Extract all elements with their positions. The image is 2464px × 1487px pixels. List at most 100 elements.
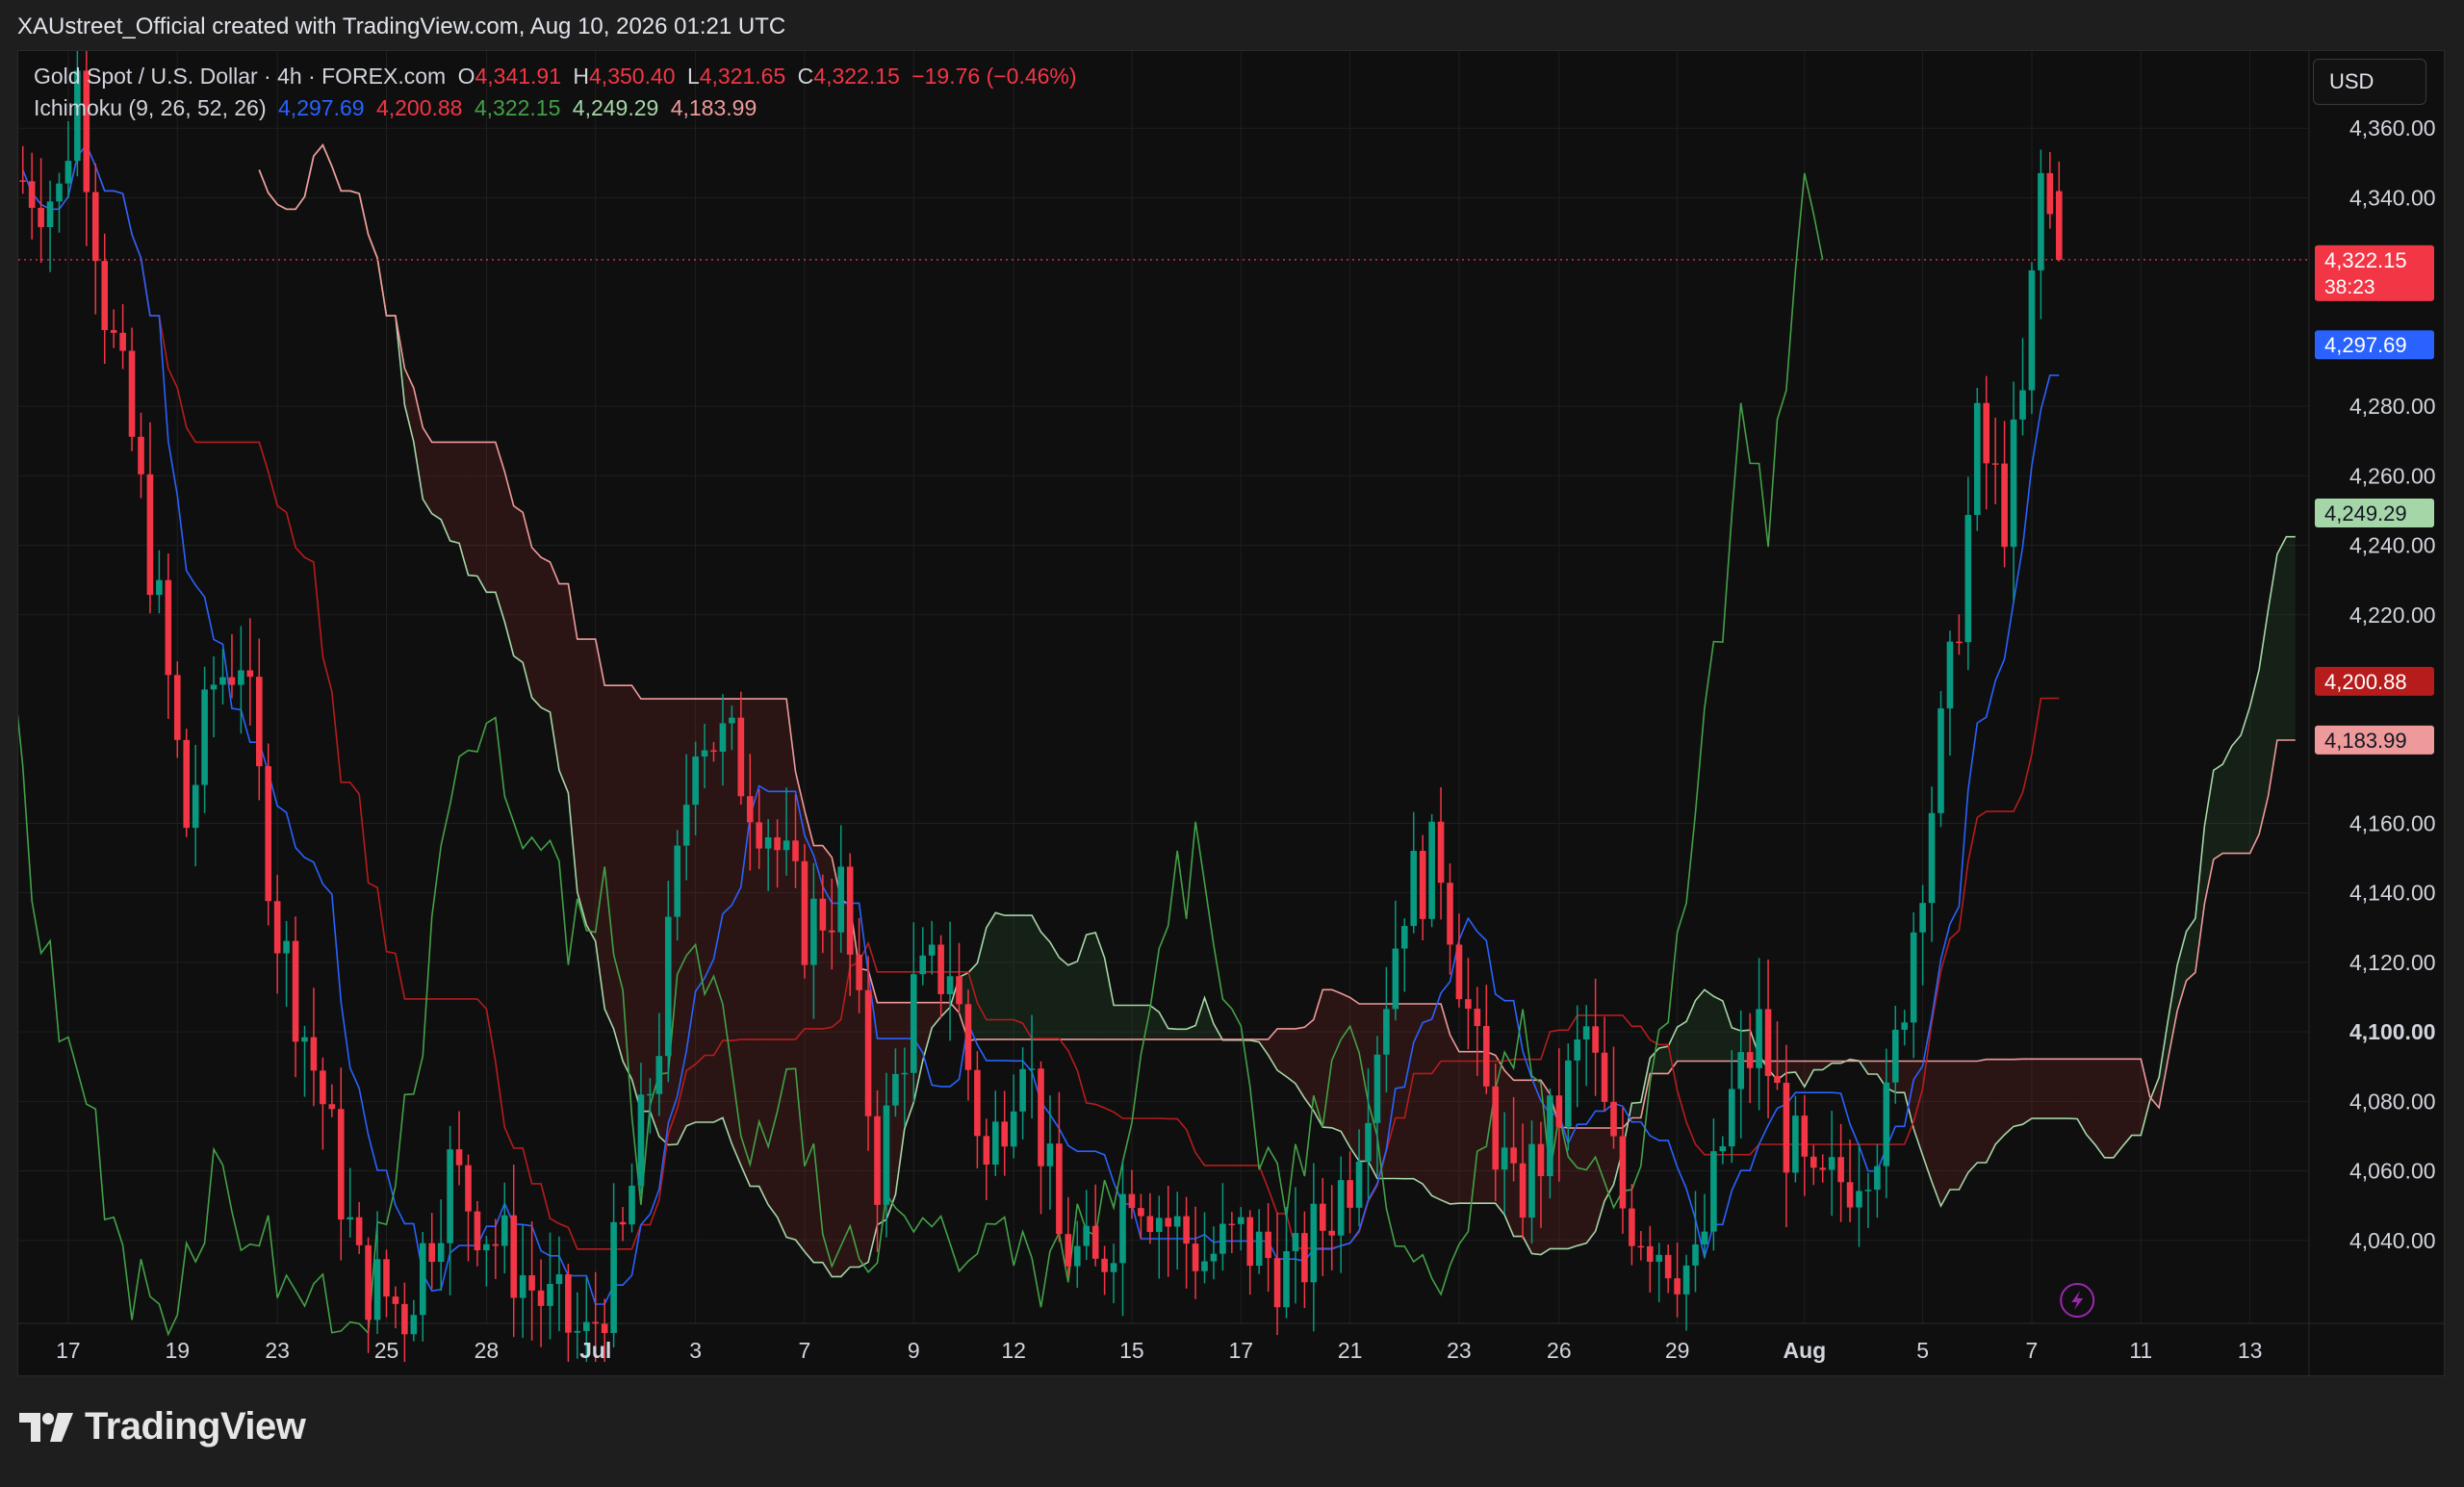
candle-body	[265, 766, 272, 902]
candle-body	[510, 1215, 518, 1298]
candle-body	[474, 1211, 481, 1251]
ichimoku-cloud-segment	[1114, 1005, 1123, 1039]
candle-body	[892, 1073, 899, 1106]
candle-body	[173, 675, 181, 740]
candle-body	[1273, 1258, 1281, 1308]
candle-body	[774, 836, 781, 851]
candle-body	[1492, 1086, 1500, 1170]
ichimoku-cloud-segment	[2004, 1059, 2015, 1135]
candle-body	[1482, 1026, 1490, 1087]
price-change: −19.76 (−0.46%)	[911, 64, 1077, 89]
ichimoku-cloud-segment	[2014, 1059, 2023, 1127]
candle-body	[1537, 1143, 1545, 1177]
candle-body	[1365, 1122, 1372, 1162]
candle-body	[1383, 1009, 1390, 1055]
ichimoku-cloud-segment	[2286, 536, 2296, 741]
x-tick-label: 11	[2129, 1338, 2152, 1363]
candle-body	[864, 989, 872, 1116]
candle-body	[219, 677, 226, 685]
candle-body	[1138, 1208, 1144, 1217]
y-tick-label: 4,060.00	[2349, 1159, 2436, 1184]
candle-body	[1674, 1278, 1681, 1295]
candle-body	[729, 717, 735, 724]
candle-body	[156, 579, 163, 596]
candle-body	[1228, 1223, 1236, 1226]
candle-body	[1510, 1147, 1517, 1164]
candle-body	[565, 1274, 572, 1333]
candle-body	[637, 1094, 645, 1187]
ichimoku-cloud-segment	[1604, 1127, 1614, 1201]
y-tick-label: 4,160.00	[2349, 810, 2436, 835]
x-tick-label: 19	[165, 1338, 190, 1363]
tradingview-logo[interactable]: TradingView	[19, 1405, 306, 1449]
candle-body	[1646, 1245, 1654, 1262]
currency-button[interactable]: USD	[2313, 59, 2426, 105]
ichimoku-cloud-segment	[750, 699, 759, 1187]
candle-body	[846, 866, 854, 955]
leading-span-a-value: 4,249.29	[572, 95, 659, 120]
ichimoku-cloud-segment	[932, 1002, 941, 1028]
price-chart[interactable]: 4,360.00 4,340.00 4,280.00 4,260.00 4,240.00…	[18, 51, 2444, 1375]
x-tick-label: 3	[689, 1338, 702, 1363]
x-tick-label: 7	[2026, 1338, 2039, 1363]
price-badge-label: 4,183.99	[2324, 729, 2407, 753]
candle-body	[1883, 1082, 1890, 1167]
candle-body	[273, 901, 281, 954]
ichimoku-cloud-segment	[1785, 1061, 1796, 1073]
attribution-text: XAUstreet_Official created with TradingV…	[17, 13, 786, 39]
ichimoku-cloud-segment	[758, 699, 769, 1205]
candle-body	[2028, 269, 2036, 391]
ichimoku-cloud-segment	[1431, 1003, 1442, 1200]
candle-body	[46, 201, 54, 227]
ichimoku-cloud-segment	[1341, 993, 1350, 1147]
candle-body	[365, 1244, 372, 1320]
ichimoku-cloud-segment	[1677, 1021, 1687, 1062]
candle-body	[1564, 1060, 1572, 1127]
candle-body	[1774, 1075, 1781, 1084]
candle-body	[1956, 641, 1963, 644]
candle-body	[1010, 1111, 1017, 1147]
candle-body	[428, 1243, 436, 1263]
candle-body	[1283, 1251, 1290, 1308]
candle-body	[1601, 1052, 1608, 1102]
ichimoku-cloud-segment	[2131, 1059, 2142, 1136]
ichimoku-cloud-segment	[705, 699, 714, 1122]
x-tick-label: Aug	[1783, 1338, 1826, 1363]
candle-body	[1528, 1143, 1535, 1218]
candle-body	[764, 836, 772, 849]
candle-body	[138, 436, 144, 474]
ichimoku-cloud-segment	[1295, 1027, 1305, 1099]
lagging-span-value: 4,322.15	[474, 95, 561, 120]
candle-body	[1337, 1180, 1345, 1236]
ichimoku-cloud-segment	[468, 442, 477, 577]
candle-body	[647, 1093, 654, 1096]
ichimoku-cloud-segment	[2077, 1059, 2087, 1135]
candle-body	[1110, 1263, 1117, 1272]
candle-body	[1664, 1254, 1672, 1279]
candle-body	[246, 670, 254, 678]
candle-body	[883, 1105, 890, 1205]
ichimoku-cloud-segment	[2086, 1059, 2096, 1145]
indicator-legend[interactable]: Ichimoku (9, 26, 52, 26) 4,297.69 4,200.…	[34, 95, 762, 121]
price-badge-countdown: 38:23	[2324, 276, 2375, 298]
candle-body	[1828, 1157, 1835, 1170]
candle-body	[629, 1186, 635, 1225]
ichimoku-cloud-segment	[531, 547, 542, 708]
candle-body	[1792, 1115, 1799, 1173]
ichimoku-cloud-segment	[1331, 989, 1342, 1132]
x-tick-label: 17	[56, 1338, 81, 1363]
ichimoku-cloud-segment	[613, 685, 624, 1062]
chart-panel[interactable]: 4,360.00 4,340.00 4,280.00 4,260.00 4,240.00…	[17, 50, 2445, 1376]
candle-body	[1146, 1216, 1154, 1233]
ichimoku-cloud-segment	[1658, 1046, 1669, 1074]
ichimoku-cloud-segment	[1022, 915, 1033, 1039]
candle-body	[682, 805, 690, 846]
ichimoku-cloud-segment	[1349, 997, 1360, 1162]
ichimoku-cloud-segment	[1423, 1003, 1432, 1196]
ichimoku-cloud-segment	[777, 699, 787, 1238]
ichimoku-cloud-segment	[1458, 1051, 1469, 1204]
candle-body	[1819, 1167, 1827, 1170]
y-tick-label: 4,220.00	[2349, 602, 2436, 628]
ichimoku-cloud-segment	[2049, 1059, 2060, 1119]
candle-body	[455, 1149, 463, 1166]
